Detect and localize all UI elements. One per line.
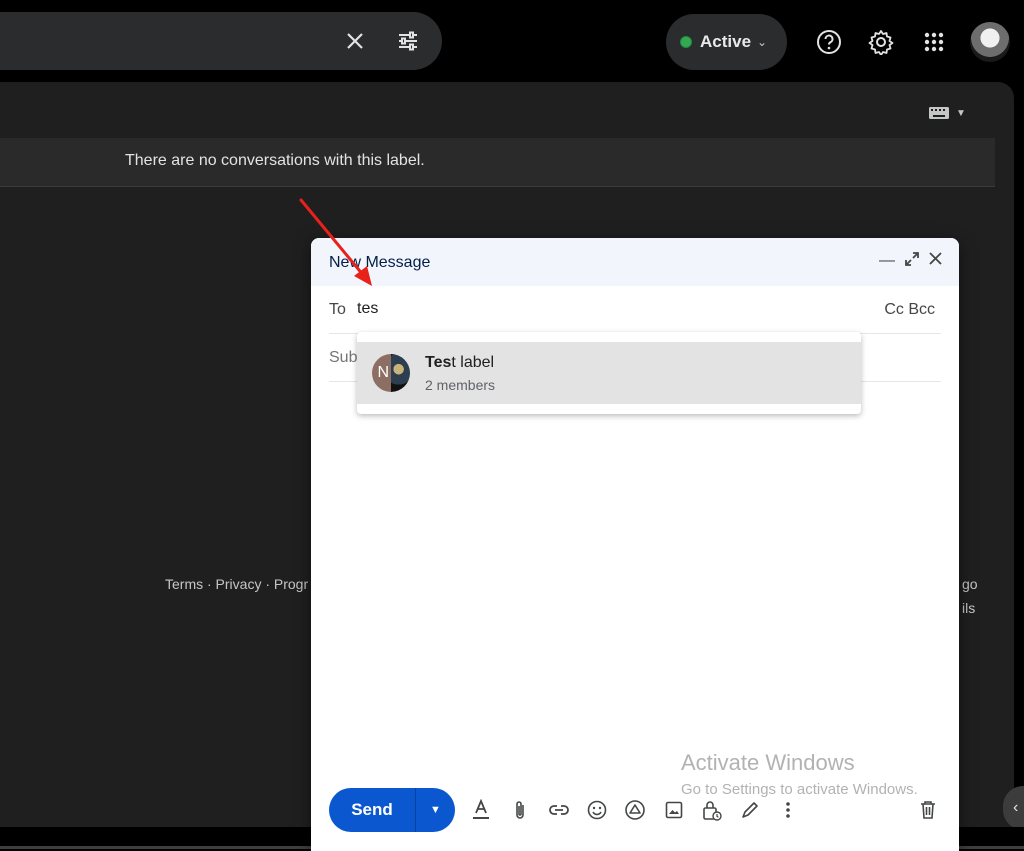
to-input[interactable] xyxy=(357,297,657,321)
insert-signature-icon[interactable] xyxy=(738,798,762,822)
avatar-initial: N xyxy=(372,354,391,392)
status-dot-icon xyxy=(680,36,692,48)
chevron-down-icon: ⌄ xyxy=(757,35,768,49)
compose-header[interactable]: New Message — xyxy=(311,238,959,286)
insert-drive-icon[interactable] xyxy=(623,798,647,822)
discard-draft-icon[interactable] xyxy=(916,798,940,822)
help-icon[interactable] xyxy=(815,28,843,56)
empty-state-message: There are no conversations with this lab… xyxy=(125,152,425,169)
message-body[interactable] xyxy=(329,388,941,768)
settings-gear-icon[interactable] xyxy=(867,28,895,56)
suggestion-name-match: Tes xyxy=(425,354,452,371)
footer-right-line-2[interactable]: ils xyxy=(962,600,975,616)
footer-right-line-1: go xyxy=(962,576,978,592)
fullscreen-icon[interactable] xyxy=(902,252,922,271)
compose-title: New Message xyxy=(329,254,431,271)
chevron-left-icon: ‹ xyxy=(1013,799,1019,816)
insert-emoji-icon[interactable] xyxy=(585,798,609,822)
minimize-icon[interactable]: — xyxy=(877,252,897,270)
activation-watermark-title: Activate Windows xyxy=(681,750,855,775)
attach-file-icon[interactable] xyxy=(508,798,532,822)
insert-link-icon[interactable] xyxy=(547,798,571,822)
input-tools-selector[interactable]: ▼ xyxy=(928,106,966,120)
search-bar[interactable] xyxy=(0,12,442,70)
search-options-icon[interactable] xyxy=(394,27,422,55)
to-label: To xyxy=(329,301,346,318)
send-label: Send xyxy=(351,800,393,819)
top-bar: Active ⌄ xyxy=(0,0,1024,82)
footer-links[interactable]: Terms · Privacy · Progr xyxy=(165,576,308,592)
confidential-mode-icon[interactable] xyxy=(700,798,724,822)
status-selector[interactable]: Active ⌄ xyxy=(666,14,787,70)
to-field-row: To Cc Bcc xyxy=(329,286,941,334)
empty-state-row: There are no conversations with this lab… xyxy=(0,138,995,187)
status-label: Active xyxy=(700,32,752,51)
send-button[interactable]: Send ▼ xyxy=(329,788,455,832)
avatar-photo xyxy=(391,354,410,392)
recipient-suggestions: N Test label 2 members xyxy=(357,332,861,414)
formatting-options-icon[interactable] xyxy=(469,798,493,822)
suggestion-item[interactable]: N Test label 2 members xyxy=(357,342,861,404)
more-options-icon[interactable] xyxy=(776,798,800,822)
caret-down-icon: ▼ xyxy=(956,107,966,119)
activation-watermark-subtitle: Go to Settings to activate Windows. xyxy=(681,781,918,798)
close-icon[interactable] xyxy=(925,252,945,270)
compose-window: New Message — To Cc Bcc N Test label 2 m… xyxy=(311,238,959,851)
suggestion-name-rest: t label xyxy=(451,354,495,371)
suggestion-avatar: N xyxy=(372,354,410,392)
suggestion-name: Test label xyxy=(425,354,494,372)
insert-photo-icon[interactable] xyxy=(662,798,686,822)
suggestion-subtitle: 2 members xyxy=(425,377,496,393)
apps-grid-icon[interactable] xyxy=(920,28,948,56)
clear-search-icon[interactable] xyxy=(341,27,369,55)
account-avatar[interactable] xyxy=(970,22,1010,62)
keyboard-icon xyxy=(929,107,949,119)
schedule-send-dropdown-icon[interactable]: ▼ xyxy=(416,804,455,816)
cc-bcc-button[interactable]: Cc Bcc xyxy=(884,301,935,319)
